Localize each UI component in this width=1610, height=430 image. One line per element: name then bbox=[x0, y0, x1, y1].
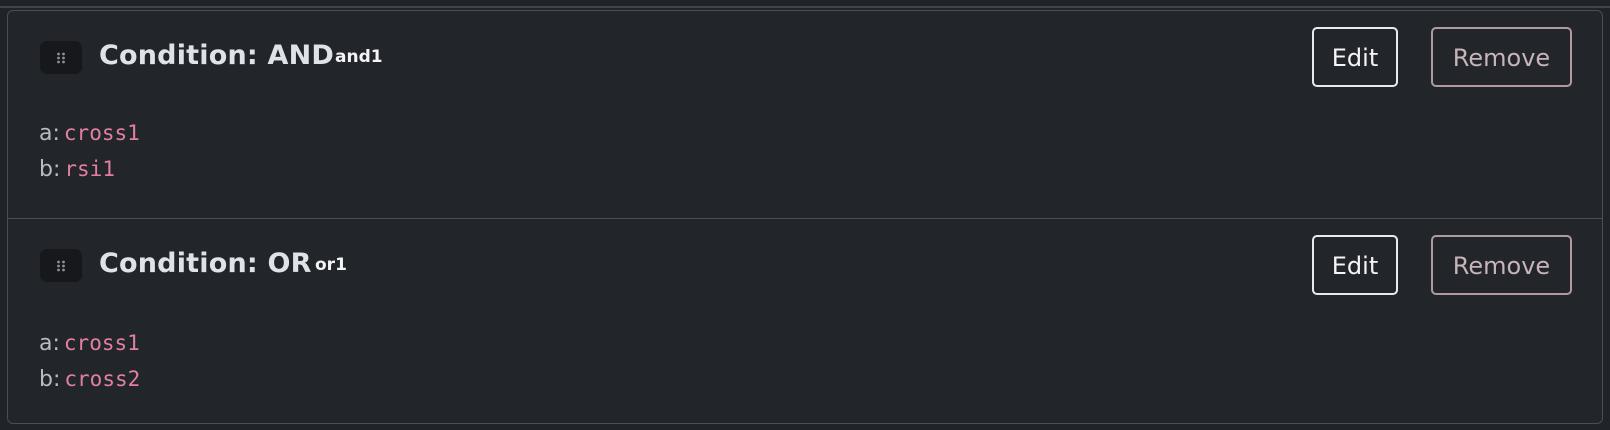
condition-card-or: Condition: OR or1 Edit Remove a: cross1 b… bbox=[8, 218, 1602, 423]
field-a: a: cross1 bbox=[39, 119, 140, 147]
conditions-panel: Condition: AND and1 Edit Remove a: cross1… bbox=[7, 10, 1603, 424]
condition-card-and: Condition: AND and1 Edit Remove a: cross1… bbox=[8, 11, 1602, 219]
condition-id: or1 bbox=[315, 255, 347, 275]
field-value: cross2 bbox=[64, 367, 141, 391]
grip-dots-icon bbox=[57, 260, 65, 272]
edit-button[interactable]: Edit bbox=[1312, 27, 1398, 87]
field-b: b: rsi1 bbox=[39, 155, 115, 183]
remove-button[interactable]: Remove bbox=[1431, 235, 1572, 295]
top-divider bbox=[0, 6, 1610, 8]
condition-title: Condition: AND bbox=[99, 40, 335, 71]
remove-button[interactable]: Remove bbox=[1431, 27, 1572, 87]
field-a: a: cross1 bbox=[39, 329, 140, 357]
field-b: b: cross2 bbox=[39, 365, 140, 393]
field-value: rsi1 bbox=[64, 157, 115, 181]
drag-handle-icon[interactable] bbox=[40, 249, 82, 282]
condition-id: and1 bbox=[335, 47, 383, 67]
field-key: b: bbox=[39, 367, 61, 392]
edit-button[interactable]: Edit bbox=[1312, 235, 1398, 295]
field-value: cross1 bbox=[63, 121, 140, 145]
field-key: b: bbox=[39, 157, 61, 182]
grip-dots-icon bbox=[57, 52, 65, 64]
field-value: cross1 bbox=[63, 331, 140, 355]
condition-title: Condition: OR bbox=[99, 248, 312, 279]
field-key: a: bbox=[39, 331, 60, 356]
field-key: a: bbox=[39, 121, 60, 146]
drag-handle-icon[interactable] bbox=[40, 41, 82, 74]
